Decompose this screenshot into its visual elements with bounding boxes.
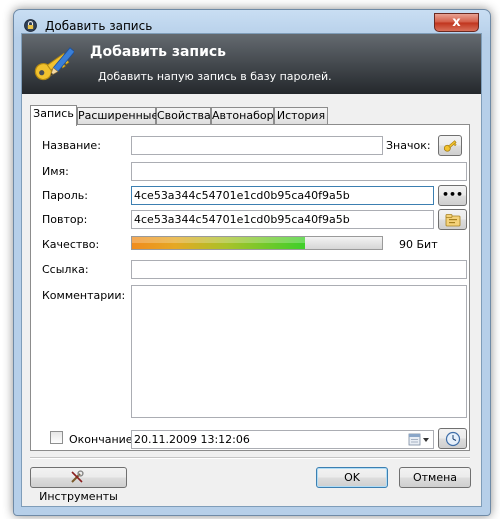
dialog-client-area: Добавить запись Добавить напую запись в …: [21, 33, 482, 507]
header-banner: Добавить запись Добавить напую запись в …: [22, 34, 481, 94]
icon-picker-button[interactable]: [438, 135, 462, 156]
tools-button-label: Инструменты: [39, 490, 118, 503]
banner-title: Добавить запись: [90, 44, 227, 60]
tab-advanced[interactable]: Расширенные: [77, 107, 158, 125]
expires-checkbox[interactable]: [50, 431, 63, 444]
tab-entry[interactable]: Запись: [30, 105, 77, 126]
lock-icon: [24, 19, 37, 32]
password-generator-icon: [445, 214, 460, 227]
tab-autotype[interactable]: Автонабор: [211, 107, 274, 125]
user-name-label: Имя:: [42, 165, 69, 178]
expiry-presets-button[interactable]: [438, 428, 467, 449]
notes-label: Комментарии:: [42, 289, 126, 302]
close-icon: x: [452, 15, 461, 30]
window-title: Добавить запись: [45, 19, 153, 33]
add-entry-dialog: Добавить запись x Добавить запись Добави…: [0, 0, 500, 519]
password-generator-button[interactable]: [438, 209, 467, 230]
notes-textarea[interactable]: [131, 285, 467, 418]
entry-tab-panel: Название: Значок: Имя: Пароль: 4ce53a344…: [30, 124, 470, 451]
footer-separator: [30, 457, 470, 459]
quality-bits-text: 90 Бит: [399, 238, 438, 251]
repeat-password-label: Повтор:: [42, 213, 88, 226]
icon-label: Значок:: [386, 139, 431, 152]
repeat-password-field[interactable]: 4ce53a344c54701e1cd0b95ca40f9a5b: [131, 210, 434, 229]
show-password-button[interactable]: •••: [438, 185, 467, 206]
password-quality-fill: [132, 237, 305, 249]
quality-label: Качество:: [42, 238, 100, 251]
url-label: Ссылка:: [42, 263, 89, 276]
key-icon: [443, 140, 457, 152]
tab-properties[interactable]: Свойства: [156, 107, 211, 125]
title-label: Название:: [42, 139, 101, 152]
url-field[interactable]: [131, 260, 467, 279]
banner-subtitle: Добавить напую запись в базу паролей.: [98, 70, 332, 83]
expires-label[interactable]: Окончание:: [69, 433, 136, 446]
password-quality-bar: [131, 236, 383, 250]
cancel-button[interactable]: Отмена: [399, 467, 471, 488]
password-label: Пароль:: [42, 189, 88, 202]
expiry-date-value: 20.11.2009 13:12:06: [134, 433, 250, 446]
ok-button[interactable]: OK: [316, 467, 388, 488]
key-pen-icon: [34, 47, 74, 81]
tools-icon: [71, 470, 84, 483]
calendar-icon[interactable]: [408, 433, 430, 446]
title-field[interactable]: [131, 136, 383, 155]
tools-button[interactable]: Инструменты: [30, 467, 127, 503]
dots-icon: •••: [441, 188, 464, 201]
password-field[interactable]: 4ce53a344c54701e1cd0b95ca40f9a5b: [131, 186, 434, 205]
clock-icon: [445, 431, 460, 447]
tab-history[interactable]: История: [274, 107, 328, 125]
user-name-field[interactable]: [131, 162, 467, 181]
expiry-date-picker[interactable]: 20.11.2009 13:12:06: [131, 430, 434, 449]
close-button[interactable]: x: [434, 13, 479, 32]
